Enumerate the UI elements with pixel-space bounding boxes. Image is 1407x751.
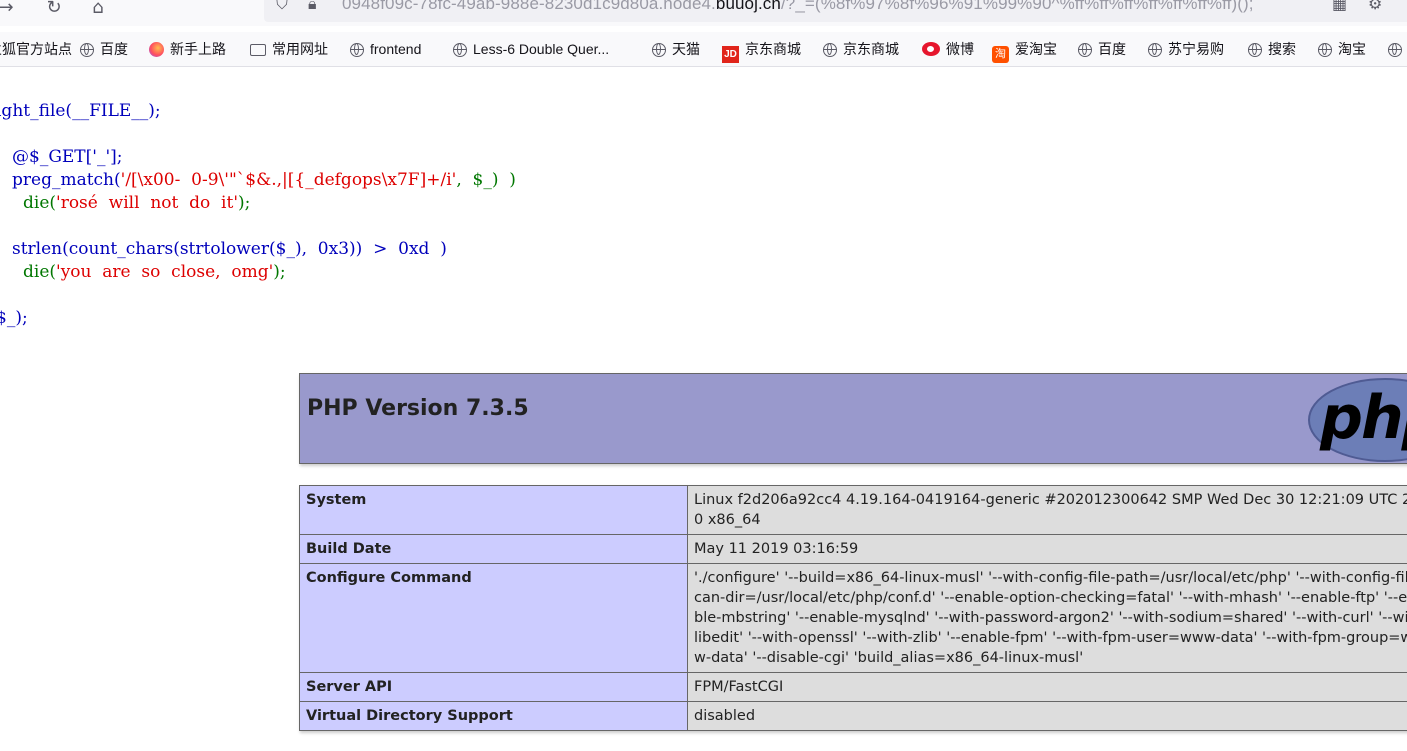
row-value: May 11 2019 03:16:59 [687, 534, 1407, 564]
url-prefix: 0948f09c-78fc-49ab-988e-8230d1c9d80a.nod… [342, 0, 716, 13]
table-row: Virtual Directory Support disabled [299, 701, 1407, 731]
globe-icon [80, 43, 94, 57]
bookmark-label: 苏宁易购 [1168, 41, 1224, 57]
bookmark-folder[interactable]: 常用网址 [250, 32, 328, 66]
bookmark-label: 常用网址 [272, 41, 328, 57]
bookmark-item[interactable]: 搜索 [1248, 32, 1296, 66]
code-text: $_); [0, 308, 28, 328]
bookmark-label: 火狐官方站点 [0, 41, 72, 57]
taobao-icon: 淘 [992, 46, 1009, 63]
code-string: 'rosé will not do it' [56, 193, 239, 213]
code-text: ); [238, 193, 251, 213]
code-text: strlen(count_chars(strtolower($_), 0x3))… [12, 239, 447, 259]
bookmark-label: frontend [370, 41, 422, 57]
row-value: './configure' '--build=x86_64-linux-musl… [687, 563, 1407, 673]
code-line: die('you are so close, omg'); [23, 261, 286, 283]
bookmark-label: 百度 [100, 41, 128, 57]
globe-icon [1388, 43, 1402, 57]
bookmark-item[interactable]: 百度 [1078, 32, 1126, 66]
bookmark-label: Less-6 Double Quer... [473, 41, 610, 57]
code-text: @$_GET['_']; [12, 147, 123, 167]
bookmark-item[interactable]: 淘爱淘宝 [992, 32, 1057, 66]
bookmark-label: 京东商城 [843, 41, 899, 57]
row-value: disabled [687, 701, 1407, 731]
globe-icon [823, 43, 837, 57]
table-row: Configure Command './configure' '--build… [299, 563, 1407, 673]
bookmark-label: 淘宝 [1338, 41, 1366, 57]
bookmark-label: 新手上路 [170, 41, 226, 57]
code-text: preg_match( [12, 170, 121, 190]
bookmark-item[interactable]: 新手上路 [149, 32, 226, 66]
weibo-icon [922, 42, 940, 56]
globe-icon [1078, 43, 1092, 57]
row-key: System [299, 485, 688, 535]
row-value: FPM/FastCGI [687, 672, 1407, 702]
code-text: , $_) ) [456, 170, 516, 190]
code-text: die( [23, 193, 57, 213]
code-string: 'you are so close, omg' [56, 262, 274, 282]
phpinfo-table: System Linux f2d206a92cc4 4.19.164-04191… [299, 485, 1407, 731]
home-icon[interactable]: ⌂ [84, 0, 112, 22]
phpinfo-header: PHP Version 7.3.5 php [299, 373, 1407, 464]
globe-icon [453, 43, 467, 57]
table-row: Build Date May 11 2019 03:16:59 [299, 534, 1407, 564]
folder-icon [250, 44, 266, 56]
bookmark-overflow[interactable] [1388, 32, 1407, 66]
bookmark-item[interactable]: JD 京东商城 [722, 32, 801, 66]
code-line: @$_GET['_']; [12, 146, 122, 168]
globe-icon [1148, 43, 1162, 57]
page-title: PHP Version 7.3.5 [307, 396, 529, 421]
bookmark-label: 爱淘宝 [1015, 41, 1057, 57]
globe-icon [350, 43, 364, 57]
jd-icon: JD [722, 46, 739, 63]
php-logo-text: php [1320, 383, 1407, 453]
bookmark-item[interactable]: 微博 [922, 32, 974, 66]
code-text: die( [23, 262, 57, 282]
code-string: '/[\x00- 0-9\'"`$&.,|[{_defgops\x7F]+/i' [120, 170, 457, 190]
code-line: strlen(count_chars(strtolower($_), 0x3))… [12, 238, 447, 260]
row-key: Virtual Directory Support [299, 701, 688, 731]
forward-icon[interactable]: → [0, 0, 20, 22]
row-key: Build Date [299, 534, 688, 564]
shield-icon[interactable]: ⛉ [276, 0, 288, 14]
bookmark-item[interactable]: 天猫 [652, 32, 700, 66]
url-host: buuoj.cn [715, 0, 781, 13]
code-line: ight_file(__FILE__); [0, 100, 161, 122]
bookmark-label: 搜索 [1268, 41, 1296, 57]
qr-code-icon[interactable]: ▦ [1332, 0, 1347, 13]
insecure-lock-icon[interactable]: 🔒︎ [308, 0, 317, 14]
bookmark-label: 百度 [1098, 41, 1126, 57]
reload-icon[interactable]: ↻ [40, 0, 68, 22]
row-key: Server API [299, 672, 688, 702]
bookmark-item[interactable]: 淘宝 [1318, 32, 1366, 66]
browser-toolbar: → ↻ ⌂ ⛉ 🔒︎ 0948f09c-78fc-49ab-988e-8230d… [0, 0, 1407, 26]
firefox-icon [149, 42, 164, 57]
code-line: preg_match('/[\x00- 0-9\'"`$&.,|[{_defgo… [12, 169, 516, 191]
bookmark-item[interactable]: 京东商城 [823, 32, 899, 66]
bookmark-item[interactable]: Less-6 Double Quer... [453, 32, 609, 66]
url-text[interactable]: 0948f09c-78fc-49ab-988e-8230d1c9d80a.nod… [342, 0, 1254, 14]
bookmark-label: 微博 [946, 41, 974, 57]
row-value: Linux f2d206a92cc4 4.19.164-0419164-gene… [687, 485, 1407, 535]
url-suffix: /?_=(%8f%97%8f%96%91%99%90^%ff%ff%ff%ff%… [780, 0, 1254, 13]
bookmark-item[interactable]: frontend [350, 32, 421, 66]
code-line: $_); [0, 307, 28, 329]
bookmark-label: 天猫 [672, 41, 700, 57]
extension-icon[interactable]: ⚙ [1368, 0, 1382, 13]
bookmark-item[interactable]: 苏宁易购 [1148, 32, 1224, 66]
bookmarks-bar: 火狐官方站点 百度 新手上路 常用网址 frontend Less-6 Doub… [0, 32, 1407, 67]
code-text: ight_file(__FILE__); [0, 101, 161, 121]
code-text: ); [273, 262, 286, 282]
globe-icon [1318, 43, 1332, 57]
bookmark-item[interactable]: 百度 [80, 32, 128, 66]
table-row: Server API FPM/FastCGI [299, 672, 1407, 702]
row-key: Configure Command [299, 563, 688, 673]
table-row: System Linux f2d206a92cc4 4.19.164-04191… [299, 485, 1407, 535]
globe-icon [652, 43, 666, 57]
bookmark-item[interactable]: 火狐官方站点 [0, 32, 72, 66]
bookmark-label: 京东商城 [745, 41, 801, 57]
code-line: die('rosé will not do it'); [23, 192, 250, 214]
globe-icon [1248, 43, 1262, 57]
